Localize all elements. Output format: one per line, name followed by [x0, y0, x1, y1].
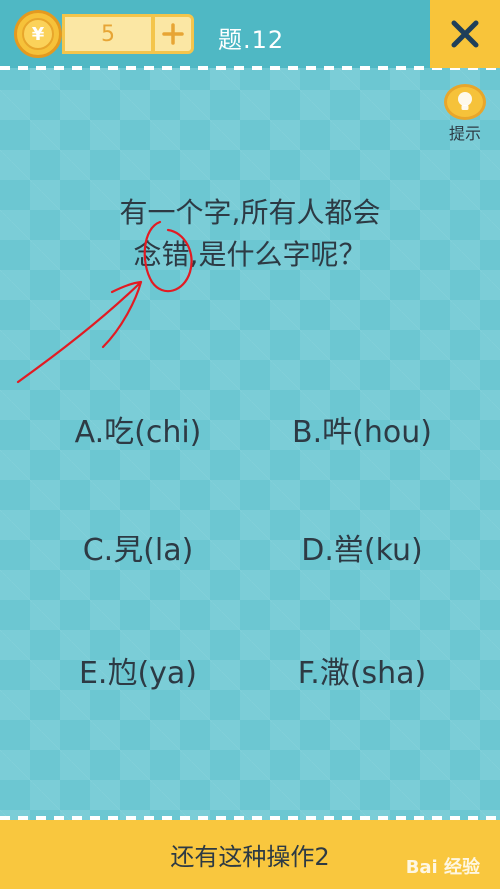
- close-button[interactable]: [430, 0, 500, 68]
- question-line-1: 有一个字,所有人都会: [119, 196, 381, 229]
- question-text: 有一个字,所有人都会 念错,是什么字呢？: [40, 192, 460, 276]
- coin-symbol: ¥: [22, 18, 54, 50]
- level-title: 题.12: [218, 26, 285, 54]
- hint-label: 提示: [448, 124, 481, 143]
- top-divider: [0, 66, 500, 70]
- baidu-watermark: Bai 经验: [405, 857, 480, 878]
- option-a[interactable]: A.吃(chi): [38, 404, 238, 454]
- lightbulb-icon: [444, 84, 486, 120]
- plus-icon: [162, 23, 184, 45]
- annotation-arrow: [16, 280, 143, 384]
- coin-count: 5: [62, 14, 154, 54]
- option-e[interactable]: E.尥(ya): [38, 645, 238, 695]
- option-f[interactable]: F.潵(sha): [262, 645, 462, 695]
- x-icon: [451, 20, 479, 48]
- coin-icon: ¥: [14, 10, 62, 58]
- option-c[interactable]: C.旯(la): [38, 522, 238, 572]
- hint-button[interactable]: 提示: [438, 84, 492, 144]
- add-coins-button[interactable]: [152, 14, 194, 54]
- level-name: 还有这种操作2: [170, 843, 330, 871]
- question-line-2: 念错,是什么字呢？: [133, 238, 367, 271]
- option-d[interactable]: D.喾(ku): [262, 522, 462, 572]
- option-b[interactable]: B.吽(hou): [262, 404, 462, 454]
